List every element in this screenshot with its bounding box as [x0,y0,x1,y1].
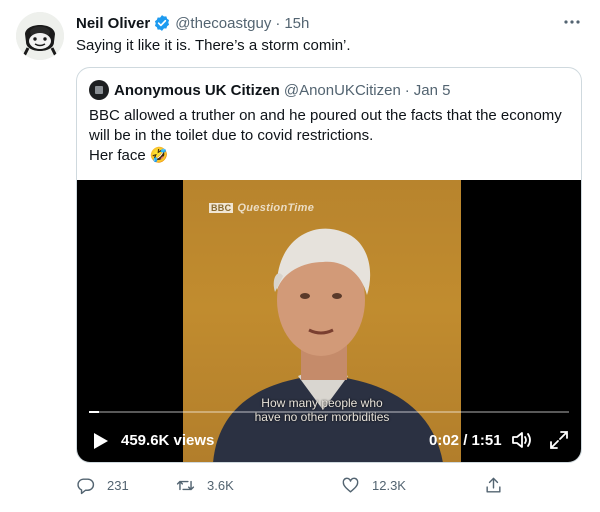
share-button[interactable] [484,476,515,495]
retweet-icon [176,480,195,491]
view-count: 459.6K views [121,432,215,449]
volume-icon[interactable] [511,430,533,450]
retweet-button[interactable]: 3.6K [176,476,234,495]
avatar[interactable] [16,12,64,60]
quoted-tweet-text: BBC allowed a truther on and he poured o… [89,106,571,166]
quoted-avatar [89,80,109,100]
video-frame: BBC QuestionTime How many people who have… [183,180,461,462]
share-icon [486,477,501,493]
heart-icon [342,477,359,493]
video-player[interactable]: BBC QuestionTime How many people who have… [77,180,581,462]
author-handle[interactable]: @thecoastguy [175,15,271,32]
quoted-date: Jan 5 [413,81,451,99]
quoted-text-line: will be in the toilet due to covid restr… [89,127,374,144]
tweet-time[interactable]: 15h [284,15,309,32]
like-count: 12.3K [372,478,406,493]
tweet-text: Saying it like it is. There’s a storm co… [76,37,351,54]
like-button[interactable]: 12.3K [341,476,406,495]
quoted-tweet-header: Anonymous UK Citizen @AnonUKCitizen · Ja… [89,80,451,100]
tweet-actions: 231 3.6K 12.3K [76,476,506,498]
separator-dot: · [275,14,281,32]
quoted-author-name: Anonymous UK Citizen [114,81,280,99]
play-icon[interactable] [93,432,109,450]
quoted-text-line: Her face 🤣 [89,147,169,164]
video-progress-fill [89,411,99,413]
more-options-icon[interactable] [562,14,582,30]
reply-count: 231 [107,478,129,493]
tweet: Neil Oliver @thecoastguy · 15h Saying it… [0,0,600,512]
video-caption-line: How many people who [261,396,383,410]
quoted-author-handle: @AnonUKCitizen [283,81,401,99]
quoted-tweet[interactable]: Anonymous UK Citizen @AnonUKCitizen · Ja… [76,67,582,463]
video-timecode: 0:02 / 1:51 [429,432,502,449]
quoted-separator-dot: · [404,81,410,99]
verified-badge-icon [155,15,170,31]
tweet-header: Neil Oliver @thecoastguy · 15h [76,12,584,34]
reply-button[interactable]: 231 [76,476,129,495]
video-progress-bar[interactable] [89,411,569,413]
fullscreen-icon[interactable] [549,430,569,450]
video-channel-logo: BBC QuestionTime [209,202,315,214]
author-name[interactable]: Neil Oliver [76,15,150,32]
quoted-text-line: BBC allowed a truther on and he poured o… [89,107,562,124]
retweet-count: 3.6K [207,478,234,493]
reply-icon [77,478,95,495]
